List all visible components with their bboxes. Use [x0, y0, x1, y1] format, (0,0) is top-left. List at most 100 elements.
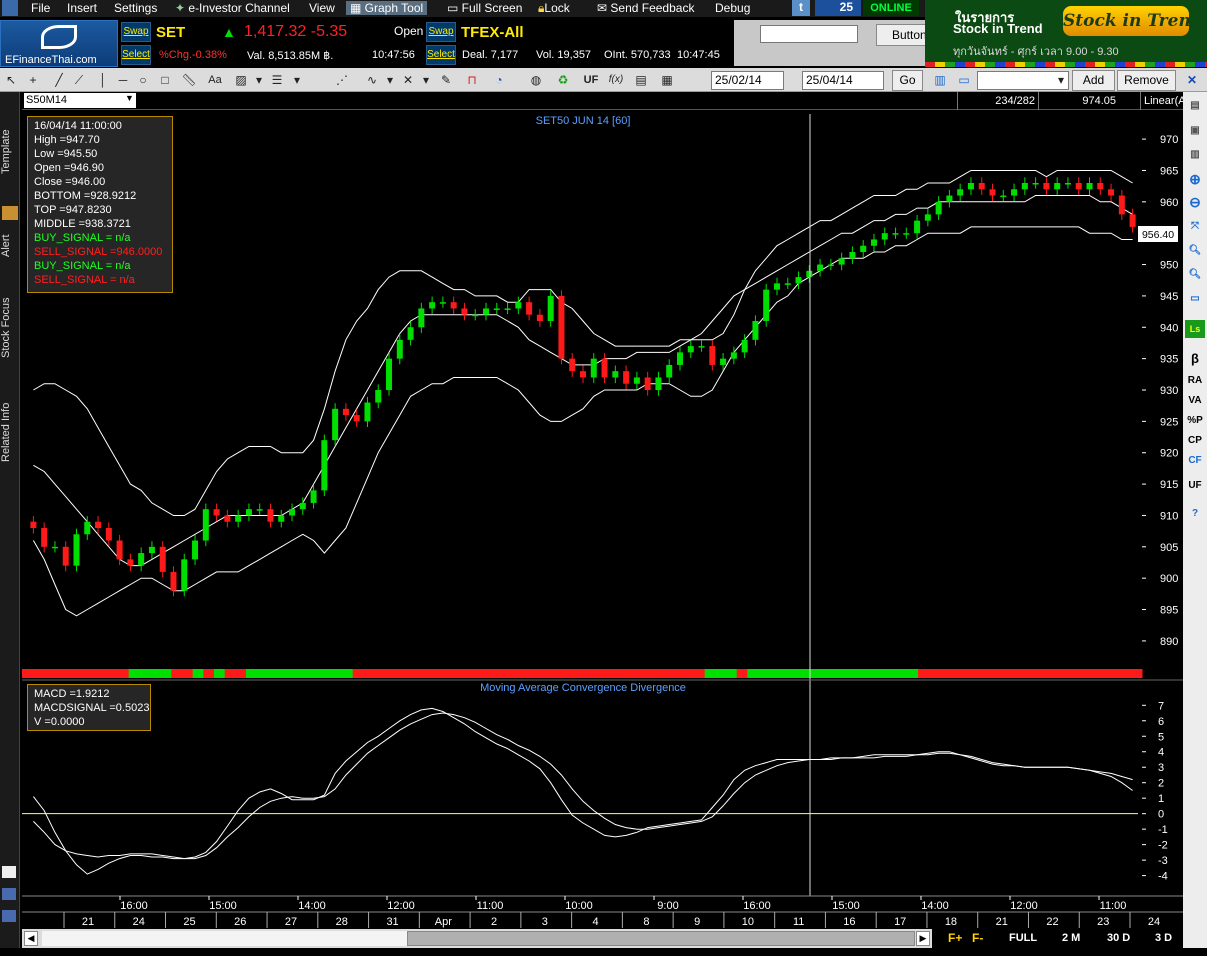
ellipse-icon[interactable]: ○	[134, 71, 152, 89]
symbol-select[interactable]: S50M14	[24, 93, 136, 108]
ra-button[interactable]: RA	[1185, 372, 1205, 390]
text-tool-button[interactable]: Aa	[204, 71, 226, 89]
cp-button[interactable]: CP	[1185, 432, 1205, 450]
ray-icon[interactable]: ⟋	[70, 71, 88, 89]
symbol-dropdown-icon[interactable]: ▼	[123, 93, 136, 108]
trendline-icon[interactable]: ╱	[50, 71, 68, 89]
folder-icon[interactable]: ▭	[955, 71, 973, 89]
uf-button[interactable]: UF	[582, 71, 600, 89]
quick-search-input[interactable]	[760, 25, 858, 43]
menu-file[interactable]: File	[31, 1, 50, 15]
zigzag-icon[interactable]: ∿	[363, 71, 381, 89]
menu-debug[interactable]: Debug	[715, 1, 750, 15]
alert-bell-icon[interactable]	[2, 206, 18, 220]
scale-mode[interactable]: Linear(Auto)	[1140, 92, 1183, 110]
zoom-minus-icon[interactable]: ⊖	[1185, 193, 1205, 211]
range-2m-button[interactable]: 2 M	[1062, 932, 1080, 944]
horizontal-line-icon[interactable]: ─	[114, 71, 132, 89]
recycle-icon[interactable]: ♻	[554, 71, 572, 89]
tab-alert[interactable]: Alert	[0, 228, 20, 264]
ls-icon[interactable]: Ls	[1185, 320, 1205, 338]
calendar-icon[interactable]: ▦	[658, 71, 676, 89]
scroll-right-icon[interactable]: ▶	[916, 931, 930, 946]
zoom-out-button[interactable]: F-	[972, 931, 983, 945]
refresh-clock-icon[interactable]: ◔	[490, 71, 508, 89]
fill-dropdown-icon[interactable]: ▾	[250, 71, 268, 89]
layout-icon[interactable]: ▥	[931, 71, 949, 89]
vertical-line-icon[interactable]: │	[94, 71, 112, 89]
range-full-button[interactable]: FULL	[1009, 932, 1037, 944]
scroll-left-icon[interactable]: ◀	[24, 931, 38, 946]
tfex-select-button[interactable]: Select	[426, 45, 456, 65]
pct-p-button[interactable]: %P	[1185, 412, 1205, 430]
tab-related-info[interactable]: Related Info	[0, 392, 20, 472]
zoom-in-button[interactable]: F+	[948, 931, 962, 945]
chart-settings-icon[interactable]: ▣	[1185, 122, 1205, 140]
close-icon[interactable]: ✕	[1183, 71, 1201, 89]
promo-banner[interactable]: ในรายการ Stock in Trend Stock in Trend ท…	[925, 0, 1207, 67]
zigzag-dropdown-icon[interactable]: ▾	[381, 71, 399, 89]
scroll-track[interactable]	[42, 931, 407, 946]
set-select-button[interactable]: Select	[121, 45, 151, 65]
crosshair-icon[interactable]: +	[24, 71, 42, 89]
delete-dropdown-icon[interactable]: ▾	[417, 71, 435, 89]
menu-insert[interactable]: Insert	[67, 1, 97, 15]
beta-icon[interactable]: β	[1185, 350, 1205, 368]
magnet-icon[interactable]: ⊓	[463, 71, 481, 89]
zoom-out-icon[interactable]: 🔍︎	[1185, 266, 1205, 284]
pointer-icon[interactable]: ↖	[2, 71, 20, 89]
date-from-field[interactable]: 25/02/14	[711, 71, 784, 90]
uf-side-button[interactable]: UF	[1185, 477, 1205, 495]
cf-button[interactable]: CF	[1185, 452, 1205, 470]
tab-stock-focus[interactable]: Stock Focus	[0, 288, 20, 368]
new-document-icon[interactable]	[2, 866, 16, 878]
pan-icon[interactable]: ⤧	[1185, 218, 1205, 236]
layers-icon[interactable]: ▥	[1185, 146, 1205, 164]
remove-button[interactable]: Remove	[1117, 70, 1176, 91]
tab-template[interactable]: Template	[0, 122, 20, 182]
menu-send-feedback[interactable]: ✉ Send Feedback	[597, 1, 694, 15]
script-icon[interactable]: ▤	[632, 71, 650, 89]
rectangle-icon[interactable]: □	[156, 71, 174, 89]
palette-icon[interactable]: ◍	[527, 71, 545, 89]
menu-settings[interactable]: Settings	[114, 1, 157, 15]
delete-drawing-icon[interactable]: ✕	[399, 71, 417, 89]
range-30d-button[interactable]: 30 D	[1107, 932, 1130, 944]
signal-bar-segment	[694, 669, 706, 678]
fibonacci-icon[interactable]: ⋰	[333, 71, 351, 89]
window-icon[interactable]: ▭	[1185, 290, 1205, 308]
save-icon[interactable]	[2, 888, 16, 900]
add-button[interactable]: Add	[1072, 70, 1115, 91]
efinance-logo: EFinanceThai.com	[0, 20, 118, 67]
menu-full-screen[interactable]: ▭ Full Screen	[447, 1, 522, 15]
candle-body	[1054, 183, 1061, 190]
menu-view[interactable]: View	[309, 1, 335, 15]
date-tick-label: 17	[894, 916, 906, 928]
indicator-list-icon[interactable]: ▤	[1185, 97, 1205, 115]
fill-pattern-icon[interactable]: ▨	[232, 71, 250, 89]
formula-button[interactable]: f(x)	[606, 71, 626, 89]
twitter-icon[interactable]: t	[792, 0, 810, 16]
zoom-plus-icon[interactable]: ⊕	[1185, 170, 1205, 188]
line-style-dropdown-icon[interactable]: ▾	[288, 71, 306, 89]
price-chart[interactable]: SET50 JUN 14 [60] 8908959009059109159209…	[22, 110, 1183, 929]
print-icon[interactable]	[2, 910, 16, 922]
tfex-swap-button[interactable]: Swap	[426, 22, 456, 42]
pencil-icon[interactable]: ✎	[437, 71, 455, 89]
ruler-icon[interactable]: 📏︎	[180, 71, 198, 89]
menu-graph-tool[interactable]: ▦ Graph Tool	[346, 1, 428, 15]
help-icon[interactable]: ?	[1185, 505, 1205, 523]
scroll-thumb[interactable]	[407, 931, 915, 946]
menu-e-investor[interactable]: ✦ e-Investor Channel	[175, 1, 290, 15]
app-home-icon[interactable]	[2, 0, 18, 16]
zoom-in-icon[interactable]: 🔍︎	[1185, 242, 1205, 260]
range-3d-button[interactable]: 3 D	[1155, 932, 1172, 944]
quick-button[interactable]: Button	[876, 24, 926, 46]
menu-lock[interactable]: 🔒︎Lock	[538, 1, 570, 16]
date-to-field[interactable]: 25/04/14	[802, 71, 884, 90]
set-swap-button[interactable]: Swap	[121, 22, 151, 42]
template-dropdown-icon[interactable]: ▾	[1052, 71, 1070, 89]
line-style-icon[interactable]: ☰	[268, 71, 286, 89]
va-button[interactable]: VA	[1185, 392, 1205, 410]
go-button[interactable]: Go	[892, 70, 923, 91]
